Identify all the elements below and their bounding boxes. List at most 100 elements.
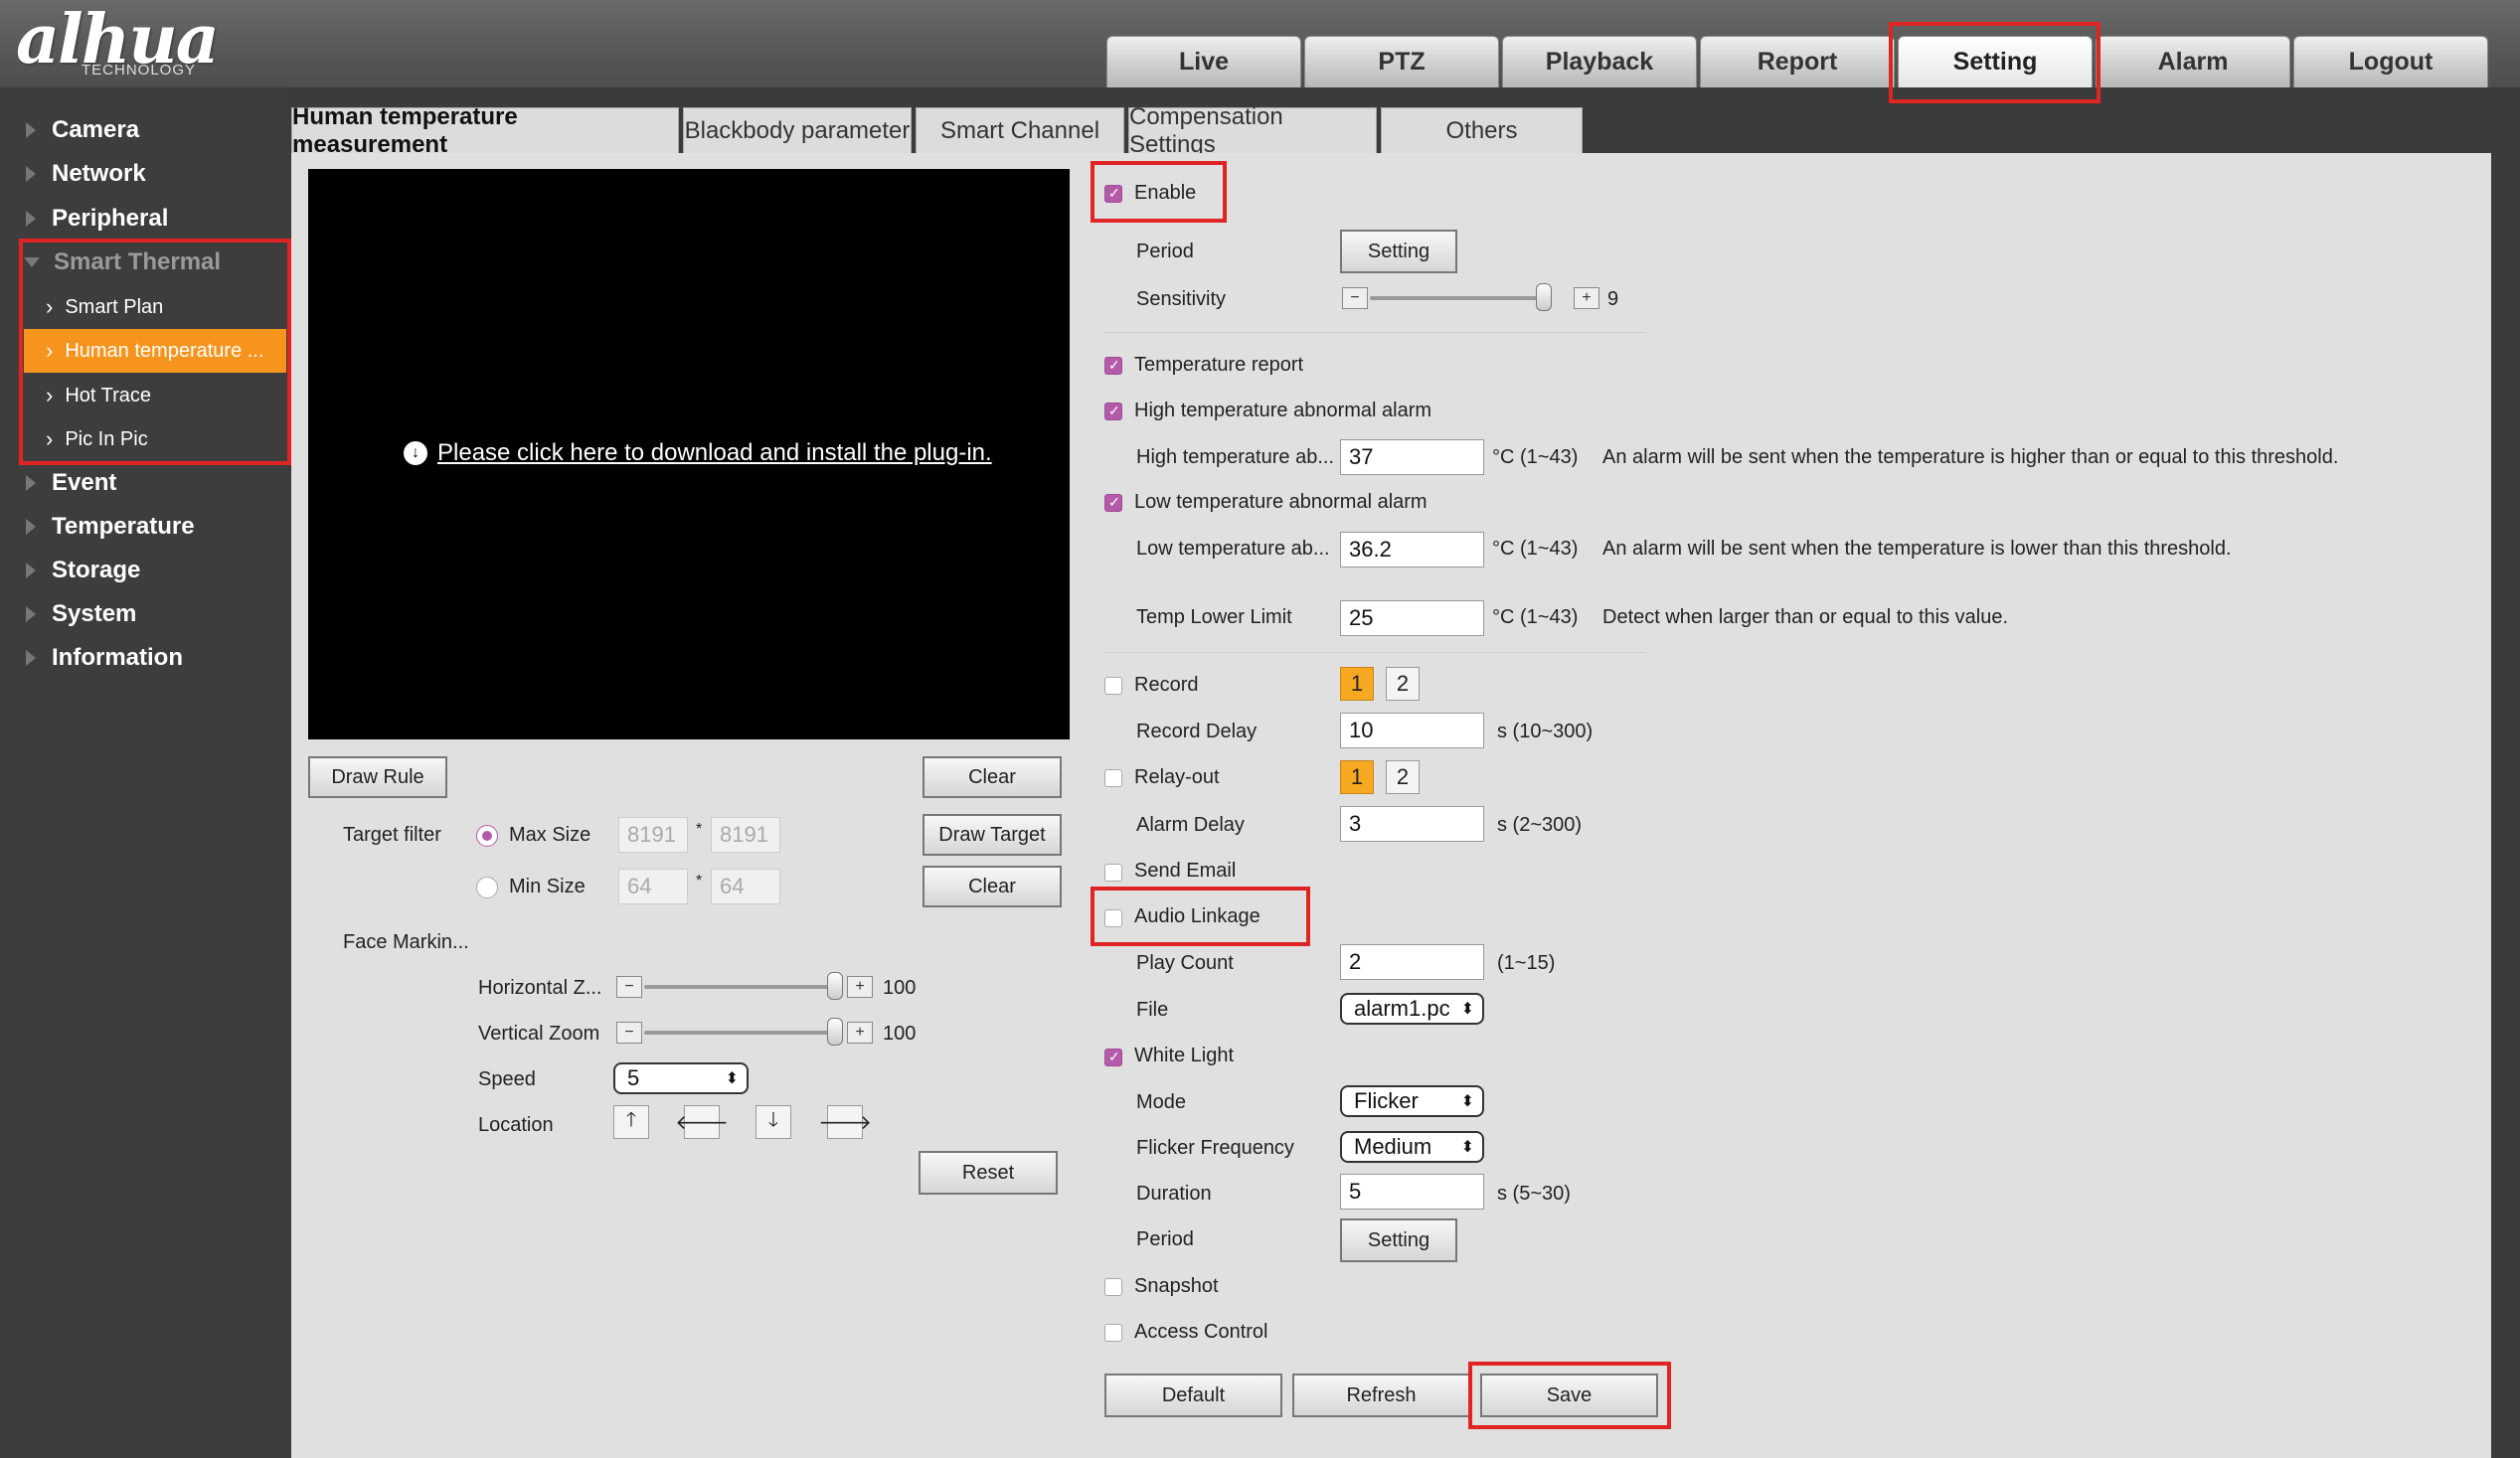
sidebar-item-information[interactable]: Information bbox=[0, 636, 288, 680]
subtab-human-temperature[interactable]: Human temperature measurement bbox=[291, 103, 679, 158]
brand-logo-sub: TECHNOLOGY bbox=[82, 62, 197, 79]
low-threshold-note: An alarm will be sent when the temperatu… bbox=[1602, 538, 2232, 560]
draw-rule-button[interactable]: Draw Rule bbox=[308, 756, 447, 798]
sidebar-item-event[interactable]: Event bbox=[0, 461, 288, 505]
period-setting-button[interactable]: Setting bbox=[1340, 230, 1457, 273]
size-separator: * bbox=[696, 821, 703, 838]
nav-tab-playback[interactable]: Playback bbox=[1502, 36, 1697, 87]
snapshot-checkbox[interactable] bbox=[1104, 1278, 1122, 1296]
sidebar-item-smart-thermal[interactable]: Smart Thermal bbox=[0, 241, 288, 284]
enable-checkbox[interactable] bbox=[1104, 185, 1122, 203]
arrow-down-icon[interactable]: 🡓 bbox=[756, 1105, 791, 1139]
size-separator: * bbox=[696, 873, 703, 890]
sidebar-item-peripheral[interactable]: Peripheral bbox=[0, 197, 288, 241]
sensitivity-slider[interactable] bbox=[1370, 296, 1547, 300]
relay-channel-1[interactable]: 1 bbox=[1340, 760, 1374, 794]
audio-linkage-checkbox[interactable] bbox=[1104, 909, 1122, 927]
refresh-button[interactable]: Refresh bbox=[1292, 1374, 1470, 1417]
header-bar: alhua TECHNOLOGY Live PTZ Playback Repor… bbox=[0, 0, 2520, 87]
send-email-checkbox[interactable] bbox=[1104, 864, 1122, 882]
white-light-checkbox[interactable] bbox=[1104, 1049, 1122, 1066]
subtab-blackbody[interactable]: Blackbody parameter bbox=[683, 107, 912, 155]
divider bbox=[1104, 332, 1646, 333]
alarm-delay-input[interactable]: 3 bbox=[1340, 806, 1484, 842]
sidebar-subitem-human-temperature[interactable]: › Human temperature ... bbox=[24, 329, 286, 373]
default-button[interactable]: Default bbox=[1104, 1374, 1282, 1417]
minus-icon[interactable]: − bbox=[616, 1022, 642, 1044]
flicker-frequency-select[interactable]: Medium bbox=[1340, 1131, 1484, 1163]
vertical-zoom-slider[interactable] bbox=[644, 1031, 833, 1035]
minus-icon[interactable]: − bbox=[1342, 287, 1368, 309]
relay-channel-2[interactable]: 2 bbox=[1386, 760, 1420, 794]
low-alarm-checkbox[interactable] bbox=[1104, 494, 1122, 512]
sidebar-item-system[interactable]: System bbox=[0, 592, 288, 636]
sidebar-subitem-pic-in-pic[interactable]: › Pic In Pic bbox=[24, 417, 286, 461]
sidebar-item-storage[interactable]: Storage bbox=[0, 549, 288, 592]
max-height-input[interactable]: 8191 bbox=[711, 817, 780, 853]
relay-out-checkbox[interactable] bbox=[1104, 769, 1122, 787]
sidebar-item-camera[interactable]: Camera bbox=[0, 108, 288, 152]
play-count-input[interactable]: 2 bbox=[1340, 944, 1484, 980]
max-width-input[interactable]: 8191 bbox=[618, 817, 688, 853]
sidebar-item-network[interactable]: Network bbox=[0, 152, 288, 196]
min-width-input[interactable]: 64 bbox=[618, 869, 688, 904]
sidebar-subitem-label: Hot Trace bbox=[65, 384, 152, 406]
subtab-smart-channel[interactable]: Smart Channel bbox=[916, 107, 1124, 155]
low-threshold-input[interactable]: 36.2 bbox=[1340, 532, 1484, 567]
sidebar-subitem-label: Smart Plan bbox=[65, 295, 164, 318]
draw-target-button[interactable]: Draw Target bbox=[923, 814, 1062, 856]
sidebar-item-temperature[interactable]: Temperature bbox=[0, 505, 288, 549]
min-size-radio[interactable] bbox=[476, 877, 498, 898]
subtab-others[interactable]: Others bbox=[1381, 107, 1583, 155]
plus-icon[interactable]: + bbox=[847, 1022, 873, 1044]
save-button[interactable]: Save bbox=[1480, 1374, 1658, 1417]
duration-input[interactable]: 5 bbox=[1340, 1174, 1484, 1210]
sidebar-subitem-hot-trace[interactable]: › Hot Trace bbox=[24, 374, 286, 417]
sidebar-item-label: Event bbox=[52, 469, 117, 496]
period2-setting-button[interactable]: Setting bbox=[1340, 1218, 1457, 1262]
sensitivity-thumb[interactable] bbox=[1536, 283, 1552, 311]
vertical-zoom-thumb[interactable] bbox=[827, 1018, 843, 1046]
sidebar: Camera Network Peripheral Smart Thermal … bbox=[0, 87, 288, 1458]
arrow-left-icon[interactable]: 🡐 bbox=[675, 1105, 729, 1139]
arrow-right-icon[interactable]: 🡒 bbox=[818, 1105, 872, 1139]
high-threshold-input[interactable]: 37 bbox=[1340, 439, 1484, 475]
play-count-label: Play Count bbox=[1136, 952, 1234, 974]
plus-icon[interactable]: + bbox=[847, 976, 873, 998]
record-delay-input[interactable]: 10 bbox=[1340, 713, 1484, 748]
access-control-checkbox[interactable] bbox=[1104, 1324, 1122, 1342]
plus-icon[interactable]: + bbox=[1574, 287, 1599, 309]
max-size-radio[interactable] bbox=[476, 825, 498, 847]
reset-button[interactable]: Reset bbox=[919, 1151, 1058, 1195]
arrow-up-icon[interactable]: 🡑 bbox=[613, 1105, 649, 1139]
lower-limit-label: Temp Lower Limit bbox=[1136, 606, 1292, 628]
record-checkbox[interactable] bbox=[1104, 677, 1122, 695]
nav-tab-ptz[interactable]: PTZ bbox=[1304, 36, 1499, 87]
nav-tab-logout[interactable]: Logout bbox=[2293, 36, 2488, 87]
white-light-label: White Light bbox=[1134, 1045, 1235, 1066]
minus-icon[interactable]: − bbox=[616, 976, 642, 998]
temp-report-checkbox[interactable] bbox=[1104, 357, 1122, 375]
lower-limit-input[interactable]: 25 bbox=[1340, 600, 1484, 636]
snapshot-label: Snapshot bbox=[1134, 1275, 1219, 1297]
clear-rule-button[interactable]: Clear bbox=[923, 756, 1062, 798]
speed-select[interactable]: 5 bbox=[613, 1062, 749, 1094]
nav-tab-setting[interactable]: Setting bbox=[1898, 36, 2093, 87]
high-alarm-checkbox[interactable] bbox=[1104, 403, 1122, 420]
file-select[interactable]: alarm1.pc bbox=[1340, 993, 1484, 1025]
record-channel-1[interactable]: 1 bbox=[1340, 667, 1374, 701]
mode-label: Mode bbox=[1136, 1091, 1187, 1113]
sidebar-subitem-smart-plan[interactable]: › Smart Plan bbox=[24, 285, 286, 329]
nav-tab-report[interactable]: Report bbox=[1700, 36, 1895, 87]
subtab-compensation[interactable]: Compensation Settings bbox=[1128, 103, 1377, 158]
clear-target-button[interactable]: Clear bbox=[923, 866, 1062, 907]
plugin-download-link[interactable]: ↓ Please click here to download and insta… bbox=[404, 439, 992, 467]
record-channel-2[interactable]: 2 bbox=[1386, 667, 1420, 701]
nav-tab-live[interactable]: Live bbox=[1106, 36, 1301, 87]
horizontal-zoom-slider[interactable] bbox=[644, 985, 833, 989]
min-height-input[interactable]: 64 bbox=[711, 869, 780, 904]
horizontal-zoom-thumb[interactable] bbox=[827, 972, 843, 1000]
play-count-range: (1~15) bbox=[1497, 952, 1556, 974]
nav-tab-alarm[interactable]: Alarm bbox=[2096, 36, 2290, 87]
mode-select[interactable]: Flicker bbox=[1340, 1085, 1484, 1117]
